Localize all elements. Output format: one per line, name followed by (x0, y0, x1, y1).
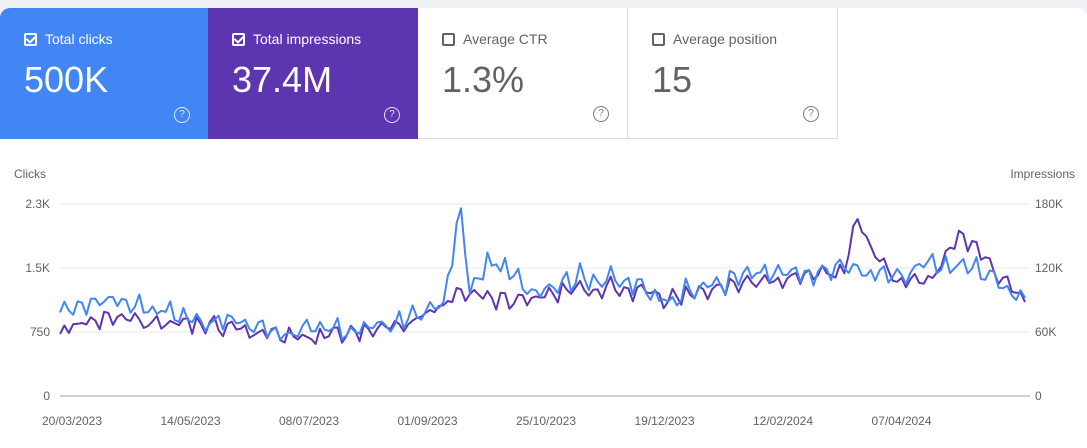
series-line-impressions[interactable] (59, 218, 1026, 345)
metric-label: Total impressions (253, 31, 362, 47)
metric-card-header: Total impressions (232, 30, 418, 48)
x-tick-label: 14/05/2023 (160, 414, 220, 428)
x-tick-label: 25/10/2023 (516, 414, 576, 428)
metric-value: 37.4M (232, 59, 333, 100)
metric-card-header: Average CTR (442, 30, 627, 48)
metric-value: 1.3% (442, 59, 525, 100)
x-tick-label: 19/12/2023 (634, 414, 694, 428)
x-tick-label: 01/09/2023 (397, 414, 457, 428)
left-tick-label: 0 (43, 389, 50, 403)
metric-card-total-impressions[interactable]: Total impressions 37.4M ? (208, 8, 418, 139)
x-tick-label: 08/07/2023 (279, 414, 339, 428)
series-line-clicks[interactable] (59, 207, 1026, 341)
left-tick-label: 2.3K (25, 197, 50, 211)
help-icon[interactable]: ? (593, 106, 609, 122)
x-tick-label: 12/02/2024 (753, 414, 813, 428)
metric-cards: Total clicks 500K ? Total impressions 37… (0, 8, 838, 139)
right-tick-label: 60K (1035, 325, 1056, 339)
left-axis-title: Clicks (14, 167, 46, 181)
right-tick-label: 120K (1035, 261, 1063, 275)
right-axis-title: Impressions (1010, 167, 1075, 181)
checkbox-unchecked-icon[interactable] (442, 32, 455, 46)
right-tick-label: 0 (1035, 389, 1042, 403)
metric-label: Average position (673, 31, 778, 47)
help-icon[interactable]: ? (174, 107, 190, 123)
help-icon[interactable]: ? (803, 106, 819, 122)
left-tick-label: 750 (30, 325, 50, 339)
gridlines (60, 203, 1030, 397)
metric-value: 15 (652, 59, 693, 100)
checkbox-unchecked-icon[interactable] (652, 32, 665, 46)
metric-card-header: Average position (652, 30, 837, 48)
metric-value: 500K (24, 59, 109, 100)
help-icon[interactable]: ? (384, 107, 400, 123)
left-tick-label: 1.5K (25, 261, 50, 275)
chart-series (59, 207, 1026, 345)
metric-label: Total clicks (45, 31, 113, 47)
checkbox-checked-icon[interactable] (24, 32, 37, 46)
metric-card-header: Total clicks (24, 30, 208, 48)
performance-panel: Total clicks 500K ? Total impressions 37… (0, 8, 1087, 448)
performance-line-chart[interactable]: Clicks Impressions 0 0 750 60K 1.5K 120K 2.3K 1… (0, 158, 1087, 440)
checkbox-checked-icon[interactable] (232, 32, 245, 46)
metric-card-average-ctr[interactable]: Average CTR 1.3% ? (418, 8, 628, 139)
metric-card-average-position[interactable]: Average position 15 ? (628, 8, 838, 139)
right-tick-label: 180K (1035, 197, 1063, 211)
metric-label: Average CTR (463, 31, 548, 47)
x-tick-label: 20/03/2023 (42, 414, 102, 428)
x-tick-label: 07/04/2024 (871, 414, 931, 428)
metric-card-total-clicks[interactable]: Total clicks 500K ? (0, 8, 208, 139)
